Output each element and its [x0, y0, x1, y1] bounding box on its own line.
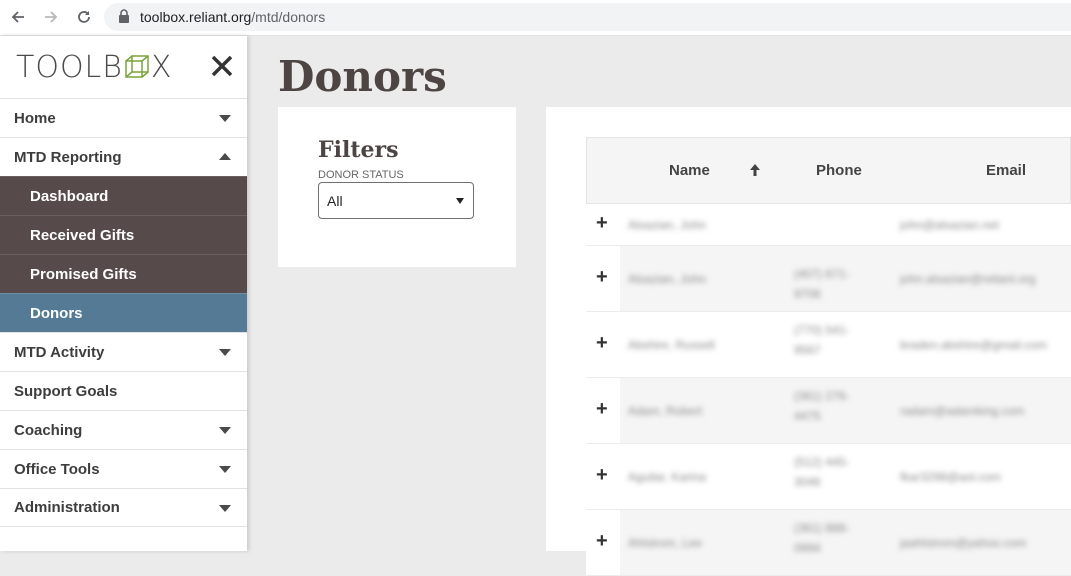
table-row[interactable]: + Ahlstrom, Lee (361) 888-0994 jaahlstro… — [586, 510, 1071, 576]
page-title: Donors — [278, 52, 447, 101]
sidebar-item-mtd-reporting[interactable]: MTD Reporting — [0, 137, 247, 176]
cell-phone: (770) 541-9567 — [794, 323, 850, 357]
cell-phone: (361) 276-4475 — [794, 389, 850, 423]
sort-ascending-icon[interactable] — [749, 163, 761, 177]
cell-email: fkar3298@aol.com — [900, 470, 1001, 484]
cell-name: Alsazian, John — [628, 218, 707, 232]
chevron-down-icon — [219, 349, 231, 356]
url-text[interactable]: toolbox.reliant.org/mtd/donors — [140, 9, 325, 25]
sidebar-item-dashboard[interactable]: Dashboard — [0, 176, 247, 215]
browser-toolbar: toolbox.reliant.org/mtd/donors — [0, 0, 1071, 36]
expand-plus-icon[interactable]: + — [596, 398, 608, 421]
reload-icon[interactable] — [74, 7, 94, 27]
cell-phone: (361) 888-0994 — [794, 521, 850, 555]
expand-plus-icon[interactable]: + — [596, 266, 608, 289]
filters-heading: Filters — [318, 137, 399, 163]
sidebar-item-support-goals[interactable]: Support Goals — [0, 371, 247, 410]
table-row[interactable]: + Alsazian, John (407) 671-9706 john.als… — [586, 246, 1071, 312]
sidebar-item-label: Support Goals — [14, 382, 118, 400]
cell-email: radam@adamking.com — [900, 404, 1025, 418]
cell-name: Adam, Robert — [628, 404, 703, 418]
cell-email: braden.abshire@gmail.com — [900, 338, 1047, 352]
sidebar-item-office-tools[interactable]: Office Tools — [0, 449, 247, 488]
expand-plus-icon[interactable]: + — [596, 530, 608, 553]
dropdown-arrow-icon — [456, 198, 464, 204]
back-arrow-icon[interactable] — [8, 7, 28, 27]
donors-table: Name Phone Email + Alsazian, John john@a… — [586, 137, 1071, 576]
lock-icon — [118, 9, 130, 23]
sidebar-item-label: Administration — [14, 499, 120, 516]
chevron-down-icon — [219, 466, 231, 473]
sidebar-menu: Home MTD Reporting Dashboard Received Gi… — [0, 98, 247, 527]
cell-email: jaahlstrom@yahoo.com — [900, 536, 1027, 550]
toolbox-logo[interactable]: TOOLB X — [16, 50, 172, 85]
cell-name: Abshire, Russell — [628, 338, 715, 352]
filters-panel: Filters DONOR STATUS All — [278, 107, 516, 267]
table-row[interactable]: + Abshire, Russell (770) 541-9567 braden… — [586, 312, 1071, 378]
sidebar-item-label: Office Tools — [14, 460, 100, 478]
column-header-phone[interactable]: Phone — [816, 162, 862, 179]
sidebar-item-coaching[interactable]: Coaching — [0, 410, 247, 449]
cell-name: Aguilar, Karina — [628, 470, 707, 484]
sidebar-item-label: Dashboard — [30, 187, 109, 205]
cell-email: john@alsazian.net — [900, 218, 999, 232]
chevron-down-icon — [219, 115, 231, 122]
sidebar: TOOLB X Home MTD Reporting Dashboard Rece… — [0, 36, 247, 551]
sidebar-item-label: Donors — [30, 304, 83, 322]
expand-plus-icon[interactable]: + — [596, 212, 608, 235]
sidebar-item-label: Received Gifts — [30, 226, 135, 244]
chevron-up-icon — [219, 153, 231, 160]
donor-status-select[interactable]: All — [318, 182, 474, 219]
cell-name: Alsazian, John — [628, 272, 707, 286]
sidebar-item-promised-gifts[interactable]: Promised Gifts — [0, 254, 247, 293]
cell-phone: (512) 445-3046 — [794, 455, 850, 489]
sidebar-item-label: MTD Reporting — [14, 148, 122, 166]
sidebar-item-received-gifts[interactable]: Received Gifts — [0, 215, 247, 254]
close-sidebar-icon[interactable] — [208, 52, 236, 80]
url-path: /mtd/donors — [251, 9, 326, 25]
chevron-down-icon — [219, 427, 231, 434]
sidebar-item-label: Promised Gifts — [30, 265, 137, 283]
cell-name: Ahlstrom, Lee — [628, 536, 703, 550]
sidebar-item-label: Home — [14, 109, 56, 127]
sidebar-item-label: MTD Activity — [14, 343, 105, 361]
sidebar-item-label: Coaching — [14, 421, 83, 439]
sidebar-item-donors[interactable]: Donors — [0, 293, 247, 332]
column-header-email[interactable]: Email — [986, 162, 1026, 179]
sidebar-item-administration[interactable]: Administration — [0, 488, 247, 527]
cell-email: john.alsazian@reliant.org — [900, 272, 1036, 286]
column-header-name[interactable]: Name — [669, 162, 710, 179]
table-row[interactable]: + Adam, Robert (361) 276-4475 radam@adam… — [586, 378, 1071, 444]
expand-plus-icon[interactable]: + — [596, 332, 608, 355]
chevron-down-icon — [219, 505, 231, 512]
forward-arrow-icon[interactable] — [41, 7, 61, 27]
sidebar-item-home[interactable]: Home — [0, 98, 247, 137]
expand-plus-icon[interactable]: + — [596, 464, 608, 487]
donor-status-value: All — [327, 193, 343, 209]
table-row[interactable]: + Alsazian, John john@alsazian.net — [586, 204, 1071, 246]
url-host: toolbox.reliant.org — [140, 9, 252, 25]
sidebar-item-mtd-activity[interactable]: MTD Activity — [0, 332, 247, 371]
cell-phone: (407) 671-9706 — [794, 267, 850, 301]
donor-status-label: DONOR STATUS — [318, 169, 404, 181]
table-row[interactable]: + Aguilar, Karina (512) 445-3046 fkar329… — [586, 444, 1071, 510]
table-header: Name Phone Email — [586, 137, 1071, 204]
